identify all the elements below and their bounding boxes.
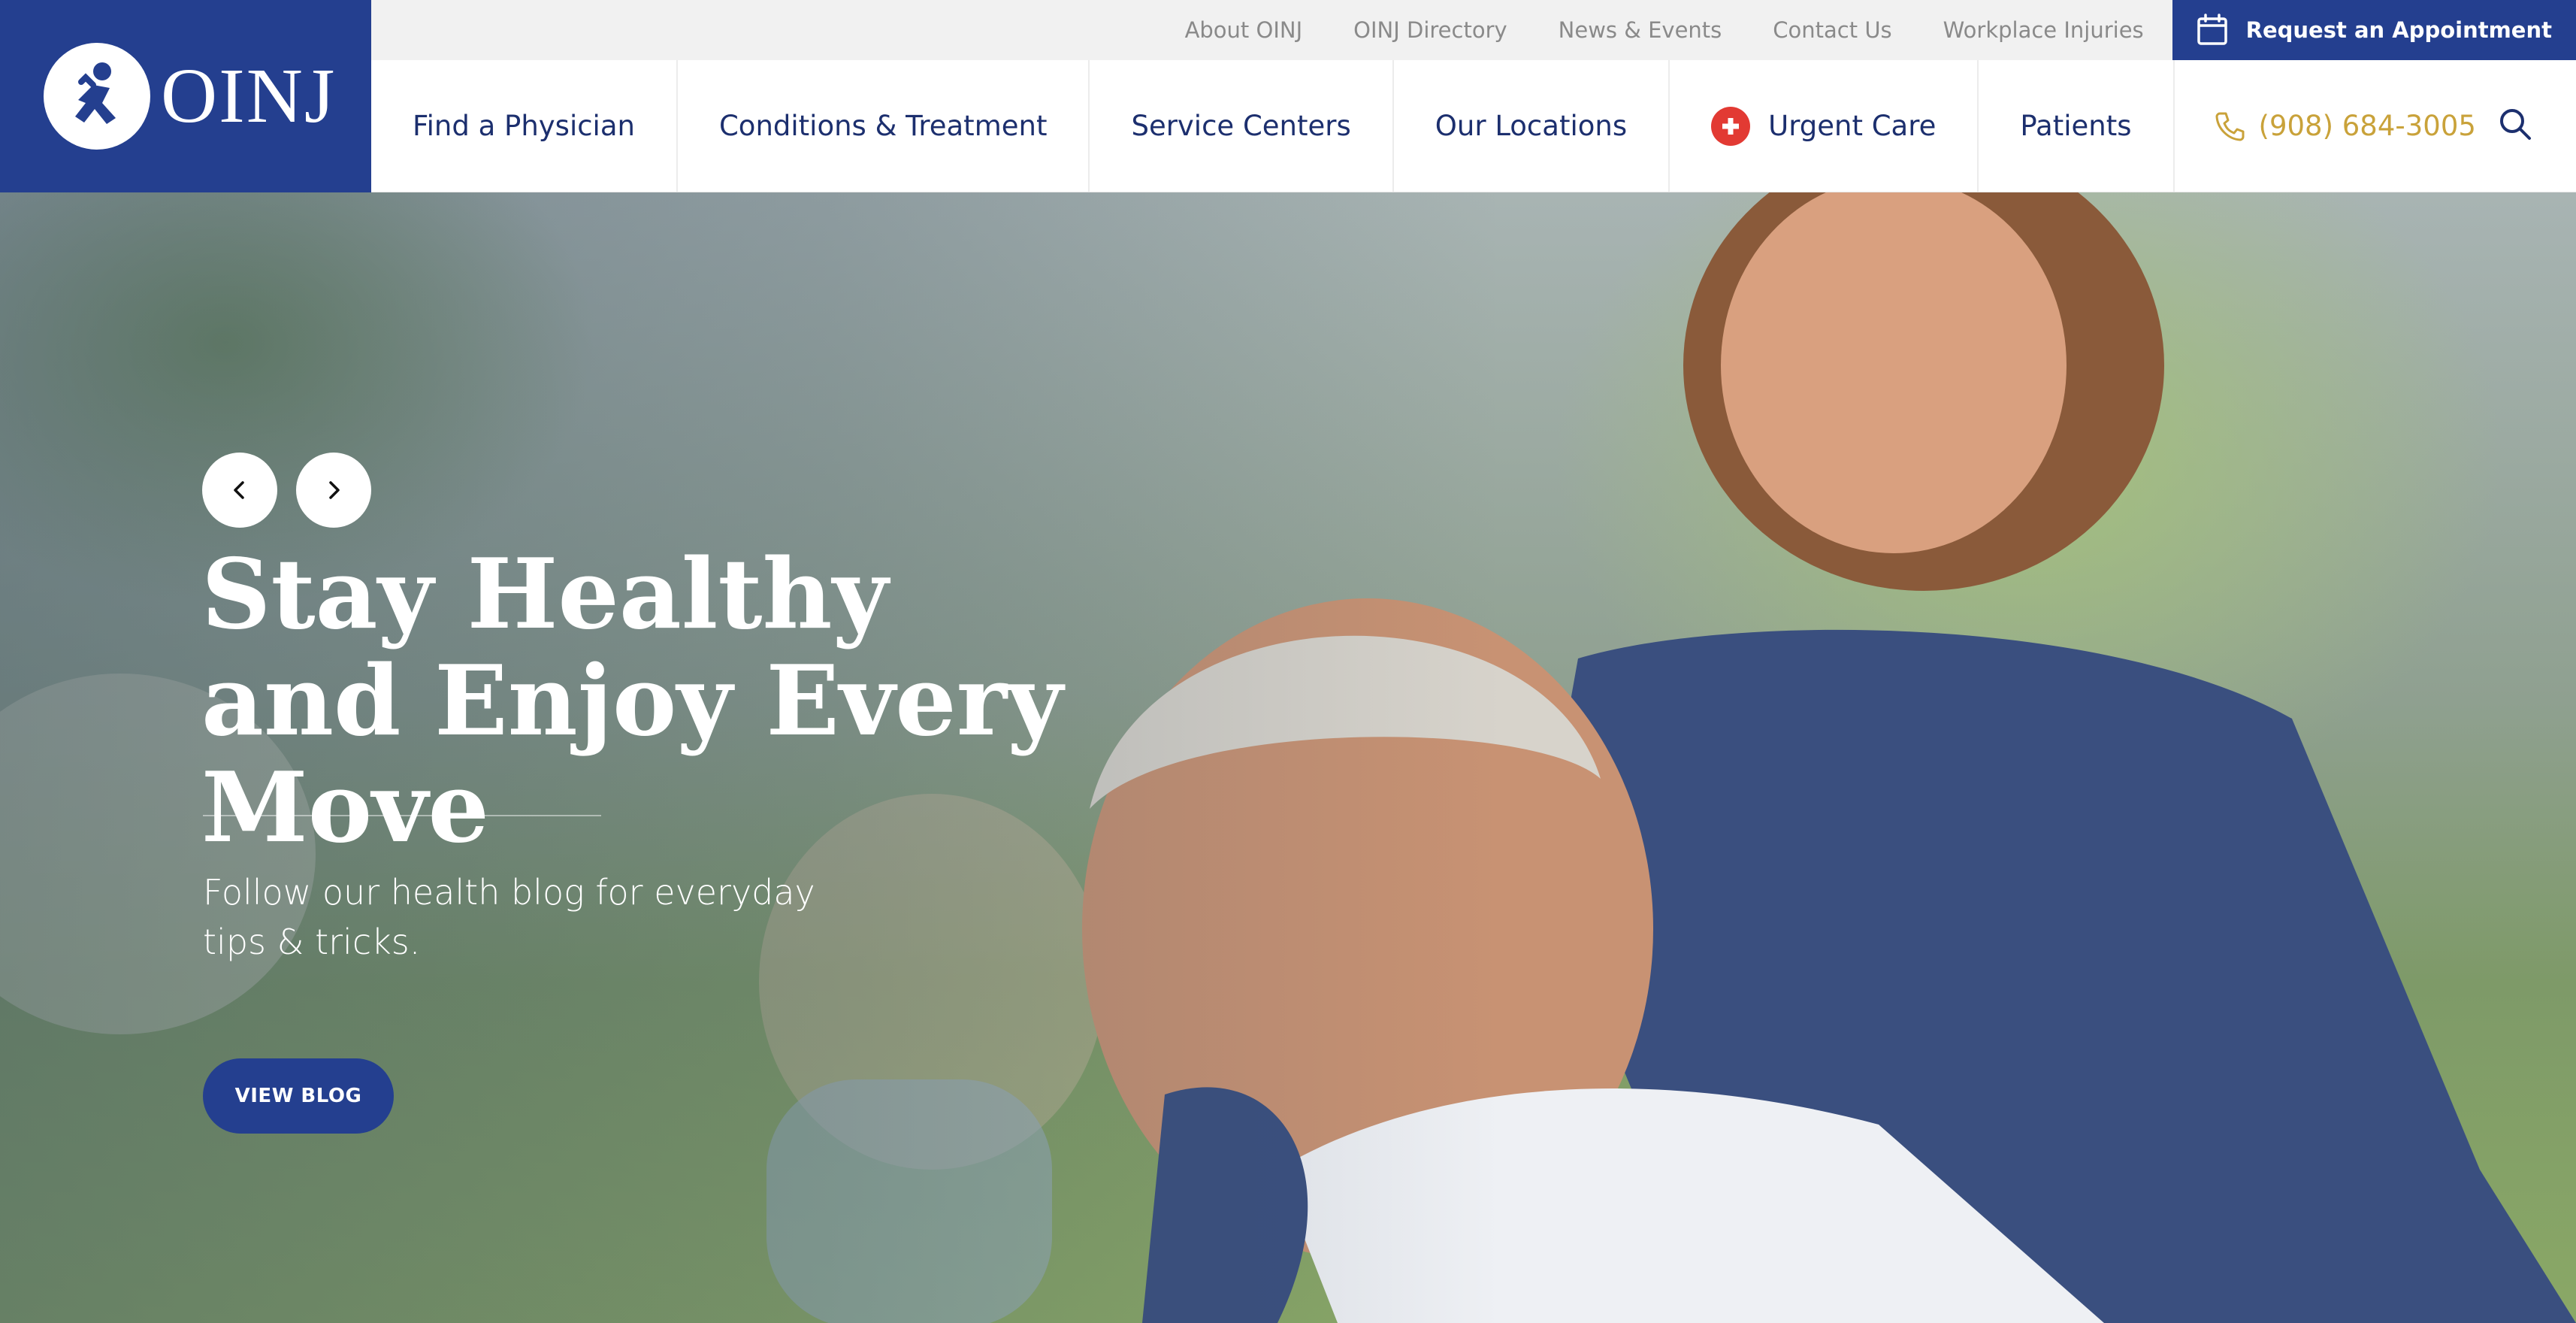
nav-find-physician[interactable]: Find a Physician [371, 60, 678, 192]
utility-link-workplace-injuries[interactable]: Workplace Injuries [1918, 17, 2169, 43]
request-appointment-button[interactable]: Request an Appointment [2172, 0, 2576, 60]
utility-link-news-events[interactable]: News & Events [1533, 17, 1748, 43]
search-button[interactable] [2493, 102, 2537, 146]
site-logo[interactable]: OINJ [0, 0, 371, 192]
plus-cross-icon [1711, 106, 1751, 146]
search-icon [2500, 109, 2531, 140]
hero-divider [203, 815, 601, 816]
nav-patients[interactable]: Patients [1979, 60, 2175, 192]
phone-link[interactable]: (908) 684-3005 [2175, 60, 2476, 192]
chevron-left-icon [234, 481, 244, 499]
hero-banner: Stay Healthy and Enjoy Every Move Follow… [0, 192, 2576, 1323]
chevron-right-icon [329, 481, 340, 499]
nav-urgent-care[interactable]: Urgent Care [1670, 60, 1979, 192]
utility-link-contact[interactable]: Contact Us [1747, 17, 1917, 43]
slider-prev-button[interactable] [202, 453, 277, 528]
utility-nav: About OINJ OINJ Directory News & Events … [371, 0, 2576, 60]
slider-next-button[interactable] [296, 453, 371, 528]
utility-link-directory[interactable]: OINJ Directory [1328, 17, 1533, 43]
nav-urgent-care-label: Urgent Care [1768, 110, 1937, 142]
phone-icon [2215, 112, 2245, 141]
view-blog-button[interactable]: VIEW BLOG [203, 1058, 394, 1134]
calendar-icon [2197, 14, 2227, 45]
logo-text: OINJ [161, 53, 337, 139]
logo-emblem-icon [44, 43, 150, 150]
hero-title: Stay Healthy and Enjoy Every Move [201, 541, 1329, 861]
main-nav: Find a Physician Conditions & Treatment … [371, 60, 2576, 192]
nav-service-centers[interactable]: Service Centers [1090, 60, 1394, 192]
utility-link-about[interactable]: About OINJ [1160, 17, 1329, 43]
hero-subtitle-line-1: Follow our health blog for everyday [203, 872, 815, 913]
nav-our-locations[interactable]: Our Locations [1394, 60, 1670, 192]
hero-subtitle: Follow our health blog for everyday tips… [203, 867, 819, 967]
request-appointment-label: Request an Appointment [2245, 17, 2552, 43]
hero-subtitle-line-2: tips & tricks. [203, 922, 421, 962]
nav-conditions-treatment[interactable]: Conditions & Treatment [678, 60, 1090, 192]
hero-title-line-2: and Enjoy Every Move [201, 645, 1063, 864]
phone-number: (908) 684-3005 [2258, 110, 2476, 142]
hero-title-line-1: Stay Healthy [201, 538, 888, 651]
